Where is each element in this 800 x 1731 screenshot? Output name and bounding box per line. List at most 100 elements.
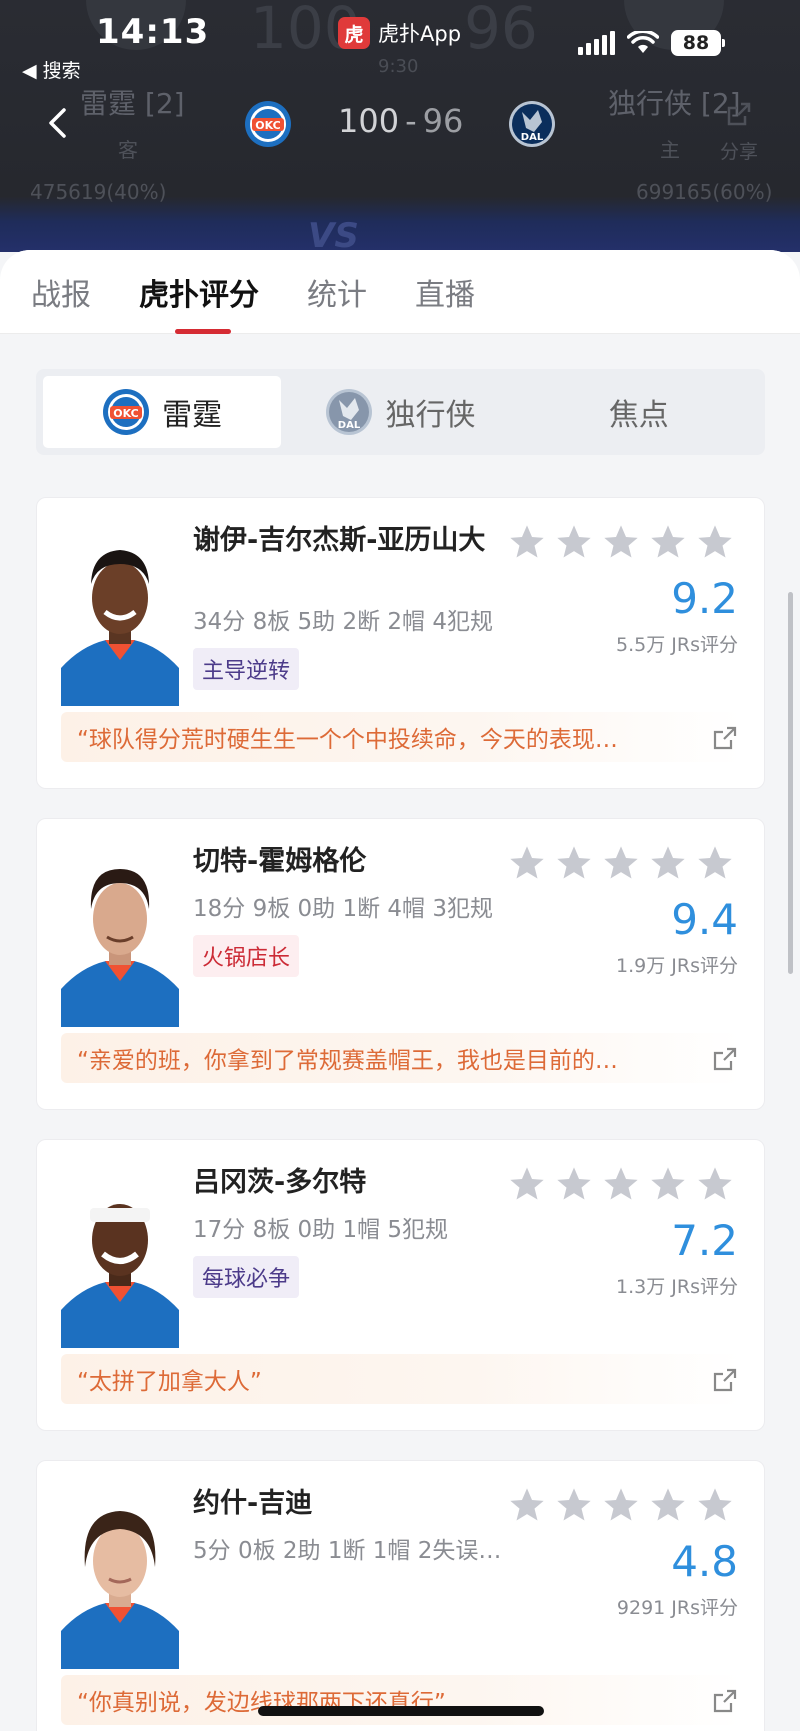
segment-focus-label: 焦点 xyxy=(608,398,669,433)
tab-report[interactable]: 战报 xyxy=(31,250,91,334)
player-stats: 17分 8板 0助 1帽 5犯规 xyxy=(193,1217,449,1243)
rating-stars[interactable] xyxy=(507,1164,735,1204)
dal-logo-icon: DAL xyxy=(326,389,373,435)
scrollbar[interactable] xyxy=(788,592,793,974)
star-icon[interactable] xyxy=(648,1485,688,1525)
star-icon[interactable] xyxy=(601,1485,641,1525)
ghost-score-away: 96 xyxy=(464,0,538,62)
scoreline: 100-96 xyxy=(338,102,463,140)
star-icon[interactable] xyxy=(507,522,547,562)
away-team-name: 雷霆 [2] xyxy=(80,87,185,120)
star-icon[interactable] xyxy=(507,1164,547,1204)
segment-okc-label: 雷霆 xyxy=(162,398,223,433)
rating-count: 1.9万 JRs评分 xyxy=(616,955,738,977)
away-team-side: 客 xyxy=(118,138,138,162)
home-vote-count: 699165(60%) xyxy=(636,180,773,204)
player-avatar xyxy=(61,869,179,1027)
star-icon[interactable] xyxy=(648,522,688,562)
player-tag: 火锅店长 xyxy=(193,935,300,977)
star-icon[interactable] xyxy=(695,522,735,562)
star-icon[interactable] xyxy=(601,522,641,562)
home-indicator[interactable] xyxy=(258,1706,544,1716)
star-icon[interactable] xyxy=(695,1485,735,1525)
home-team-side: 主 xyxy=(660,138,680,162)
player-stats: 34分 8板 5助 2断 2帽 4犯规 xyxy=(193,609,493,635)
vs-emblem: VS xyxy=(308,216,359,252)
rating-stars[interactable] xyxy=(507,522,735,562)
player-name[interactable]: 约什-吉迪 xyxy=(193,1487,493,1521)
player-name[interactable]: 切特-霍姆格伦 xyxy=(193,845,493,879)
share-label: 分享 xyxy=(720,141,759,163)
rating-stars[interactable] xyxy=(507,1485,735,1525)
back-to-app[interactable]: ◀ 搜索 xyxy=(22,56,81,83)
okc-logo-icon[interactable]: OKC xyxy=(244,100,292,148)
score-separator: - xyxy=(405,102,417,140)
player-rating: 4.8 xyxy=(671,1537,738,1586)
app-badge-label: 虎扑App xyxy=(378,22,462,46)
external-link-icon[interactable] xyxy=(712,1688,738,1714)
player-name[interactable]: 吕冈茨-多尔特 xyxy=(193,1166,493,1200)
player-tag: 主导逆转 xyxy=(193,648,300,690)
status-time: 14:13 xyxy=(96,12,210,52)
star-icon[interactable] xyxy=(554,1485,594,1525)
player-card[interactable]: 吕冈茨-多尔特 17分 8板 0助 1帽 5犯规 每球必争 7.2 1.3万 J… xyxy=(36,1139,765,1431)
dal-logo-text: DAL xyxy=(338,420,361,431)
player-card[interactable]: 切特-霍姆格伦 18分 9板 0助 1断 4帽 3犯规 火锅店长 9.4 1.9… xyxy=(36,818,765,1110)
segment-dal[interactable]: DAL 独行侠 xyxy=(281,376,519,448)
dal-logo-text: DAL xyxy=(521,132,544,143)
wifi-icon xyxy=(627,31,659,53)
player-card[interactable]: 约什-吉迪 5分 0板 2助 1断 1帽 2失误… 4.8 9291 JRs评分… xyxy=(36,1460,765,1731)
battery-icon: 88 xyxy=(671,30,725,56)
content-panel: 战报 虎扑评分 统计 直播 OKC 雷霆 DAL 独行侠 焦点 谢伊-吉尔杰斯-… xyxy=(0,250,800,1731)
star-icon[interactable] xyxy=(648,843,688,883)
star-icon[interactable] xyxy=(648,1164,688,1204)
back-arrow-icon[interactable] xyxy=(38,100,78,146)
player-avatar xyxy=(61,550,179,706)
segment-focus[interactable]: 焦点 xyxy=(520,376,758,448)
star-icon[interactable] xyxy=(601,1164,641,1204)
player-card[interactable]: 谢伊-吉尔杰斯-亚历山大 34分 8板 5助 2断 2帽 4犯规 主导逆转 9.… xyxy=(36,497,765,789)
tab-hupu-rating[interactable]: 虎扑评分 xyxy=(139,250,259,334)
rating-count: 9291 JRs评分 xyxy=(616,1597,738,1619)
tab-stats[interactable]: 统计 xyxy=(307,250,367,334)
player-tag: 每球必争 xyxy=(193,1256,300,1298)
game-header: 100 96 14:13 ◀ 搜索 虎 虎扑App 9:30 88 雷霆 [2]… xyxy=(0,0,800,252)
score-away-team: 100 xyxy=(338,102,400,140)
okc-logo-text: OKC xyxy=(255,119,280,132)
star-icon[interactable] xyxy=(554,843,594,883)
external-link-icon[interactable] xyxy=(712,1367,738,1393)
rating-count: 1.3万 JRs评分 xyxy=(616,1276,738,1298)
star-icon[interactable] xyxy=(507,843,547,883)
player-stats: 18分 9板 0助 1断 4帽 3犯规 xyxy=(193,896,493,922)
top-comment[interactable]: “你真别说，发边线球那两下还真行” xyxy=(61,1675,741,1725)
star-icon[interactable] xyxy=(695,1164,735,1204)
back-app-label: 搜索 xyxy=(42,60,81,82)
player-rating: 9.4 xyxy=(671,895,738,944)
rating-count: 5.5万 JRs评分 xyxy=(616,634,738,656)
segment-okc[interactable]: OKC 雷霆 xyxy=(43,376,282,448)
star-icon[interactable] xyxy=(554,1164,594,1204)
segment-dal-label: 独行侠 xyxy=(385,398,476,433)
top-comment[interactable]: “球队得分荒时硬生生一个个中投续命，今天的表现… xyxy=(61,712,741,762)
player-rating: 7.2 xyxy=(671,1216,738,1265)
team-segment-control: OKC 雷霆 DAL 独行侠 焦点 xyxy=(36,369,765,455)
share-button[interactable]: 分享 xyxy=(720,100,758,164)
away-vote-count: 475619(40%) xyxy=(30,180,167,204)
star-icon[interactable] xyxy=(507,1485,547,1525)
star-icon[interactable] xyxy=(554,522,594,562)
external-link-icon[interactable] xyxy=(712,1046,738,1072)
top-comment[interactable]: “亲爱的班，你拿到了常规赛盖帽王，我也是目前的… xyxy=(61,1033,741,1083)
star-icon[interactable] xyxy=(601,843,641,883)
player-name[interactable]: 谢伊-吉尔杰斯-亚历山大 xyxy=(193,524,493,558)
okc-logo-text: OKC xyxy=(113,407,138,420)
external-link-icon[interactable] xyxy=(712,725,738,751)
player-avatar xyxy=(61,1204,179,1348)
top-comment[interactable]: “太拼了加拿大人” xyxy=(61,1354,741,1404)
score-home-team: 96 xyxy=(422,102,464,140)
star-icon[interactable] xyxy=(695,843,735,883)
okc-logo-icon: OKC xyxy=(103,389,150,435)
player-avatar xyxy=(61,1511,179,1669)
dal-logo-icon[interactable]: DAL xyxy=(508,100,556,148)
tab-live[interactable]: 直播 xyxy=(415,250,475,334)
rating-stars[interactable] xyxy=(507,843,735,883)
